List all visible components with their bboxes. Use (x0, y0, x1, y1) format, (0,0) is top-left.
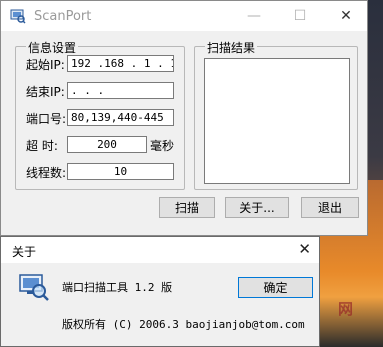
threads-field[interactable]: 10 (67, 163, 174, 180)
exit-button[interactable]: 退出 (301, 197, 359, 218)
scan-button[interactable]: 扫描 (159, 197, 215, 218)
scan-results-group: 扫描结果 (194, 39, 358, 190)
start-ip-label: 起始IP: (26, 58, 65, 72)
info-settings-group: 信息设置 起始IP: 192 .168 . 1 . 1 结束IP: . . . … (15, 39, 185, 190)
scan-results-list[interactable] (204, 58, 350, 184)
timeout-field[interactable]: 200 (67, 136, 147, 153)
scanport-window: ScanPort — ☐ ✕ 信息设置 起始IP: 192 .168 . 1 .… (0, 0, 368, 236)
window-title: ScanPort (34, 9, 92, 24)
ok-button[interactable]: 确定 (238, 277, 313, 298)
about-titlebar: 关于 ✕ (1, 237, 319, 263)
ports-label: 端口号: (26, 112, 67, 126)
about-app-name: 端口扫描工具 1.2 版 (62, 281, 173, 294)
about-copyright: 版权所有 (C) 2006.3 baojianjob@tom.com (62, 318, 305, 331)
watermark-text: 网 (337, 300, 353, 318)
titlebar: ScanPort — ☐ ✕ (1, 1, 367, 31)
start-ip-field[interactable]: 192 .168 . 1 . 1 (67, 55, 174, 72)
threads-label: 线程数: (26, 166, 67, 180)
app-logo-icon (19, 274, 49, 301)
end-ip-field[interactable]: . . . (67, 82, 174, 99)
about-title: 关于 (12, 245, 37, 259)
about-button[interactable]: 关于... (225, 197, 289, 218)
timeout-unit: 毫秒 (150, 139, 175, 153)
close-button[interactable]: ✕ (323, 1, 369, 31)
about-dialog: 关于 ✕ 端口扫描工具 1.2 版 版权所有 (C) 2006.3 baojia… (0, 236, 320, 347)
scan-results-title: 扫描结果 (205, 39, 258, 56)
maximize-button[interactable]: ☐ (277, 1, 323, 31)
end-ip-label: 结束IP: (26, 85, 65, 99)
info-settings-title: 信息设置 (26, 39, 79, 56)
about-close-button[interactable]: ✕ (298, 240, 311, 258)
timeout-label: 超 时: (26, 139, 58, 153)
ports-field[interactable]: 80,139,440-445 (67, 109, 174, 126)
app-icon (10, 9, 26, 24)
minimize-button[interactable]: — (231, 1, 277, 31)
